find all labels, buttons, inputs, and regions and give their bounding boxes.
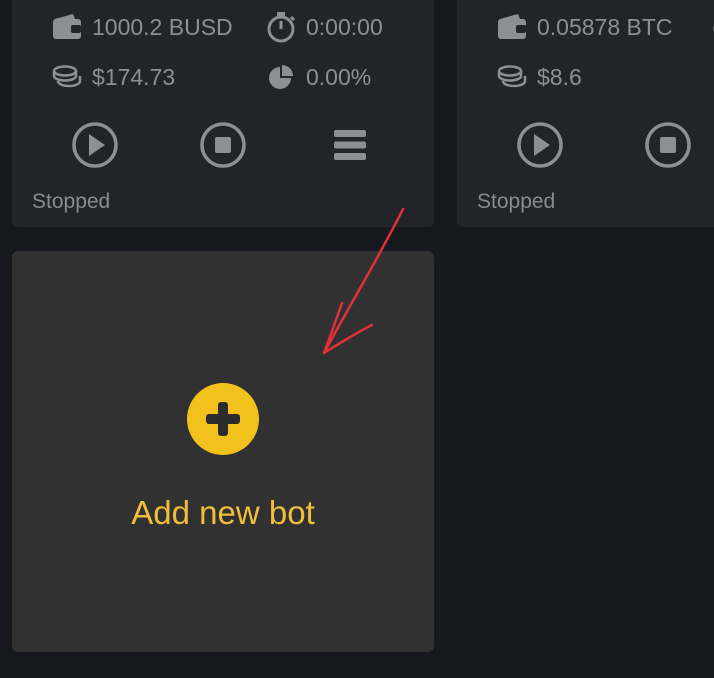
play-button[interactable]	[516, 121, 564, 169]
bot-card: 0.05878 BTC $8.6 Stopped	[457, 0, 714, 227]
stop-button[interactable]	[644, 121, 692, 169]
time-stat: 0:00:00	[264, 11, 383, 43]
stop-icon	[645, 122, 691, 168]
value-stat: $8.6	[495, 61, 582, 93]
pie-chart-icon	[264, 61, 298, 93]
balance-stat: 0.05878 BTC	[495, 11, 673, 43]
coins-icon	[495, 61, 529, 93]
stop-icon	[200, 122, 246, 168]
menu-icon	[334, 130, 366, 160]
menu-button[interactable]	[326, 121, 374, 169]
coins-icon	[50, 61, 84, 93]
value-stat: $174.73	[50, 61, 175, 93]
percent-value: 0.00%	[306, 63, 372, 90]
value-amount: $8.6	[537, 63, 582, 90]
wallet-icon	[495, 11, 529, 43]
time-value: 0:00:00	[306, 13, 383, 40]
balance-value: 1000.2 BUSD	[92, 13, 233, 40]
stopwatch-icon	[264, 11, 298, 43]
status-text: Stopped	[477, 190, 556, 213]
percent-stat: 0.00%	[264, 61, 371, 93]
arrow-annotation	[322, 207, 405, 355]
stop-button[interactable]	[199, 121, 247, 169]
wallet-icon	[50, 11, 84, 43]
status-text: Stopped	[32, 190, 111, 213]
balance-value: 0.05878 BTC	[537, 13, 673, 40]
stopwatch-icon	[710, 11, 714, 43]
value-amount: $174.73	[92, 63, 176, 90]
plus-icon[interactable]	[187, 383, 259, 455]
stopwatch-icon-partial	[710, 11, 714, 43]
play-button[interactable]	[71, 121, 119, 169]
balance-stat: 1000.2 BUSD	[50, 11, 233, 43]
play-icon	[517, 122, 563, 168]
bot-card: 1000.2 BUSD 0:00:00 $174.73 0.00% Stoppe…	[12, 0, 434, 227]
add-bot-label[interactable]: Add new bot	[12, 494, 434, 532]
play-icon	[72, 122, 118, 168]
